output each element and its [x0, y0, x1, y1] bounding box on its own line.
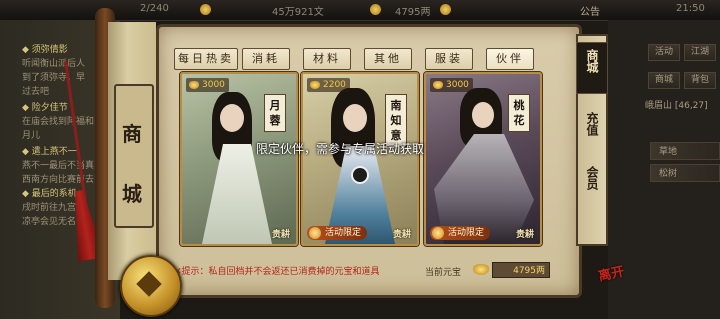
tab-companion[interactable]: 伙伴 [486, 48, 534, 70]
quest-description: 在庙会找到阿福和 [22, 117, 95, 127]
tab-consumables[interactable]: 消耗 [242, 48, 290, 70]
ingot-icon [473, 264, 489, 275]
character-face [220, 104, 244, 132]
ingot-icon [433, 81, 443, 89]
hud-button-bag[interactable]: 背包 [684, 72, 716, 89]
companion-card-yuerong[interactable]: 3000 月蓉 贵耕 [180, 72, 298, 246]
hud-button-activity[interactable]: 活动 [648, 44, 680, 61]
rarity-label: 贵耕 [392, 230, 411, 240]
announcement-button[interactable]: 公告 [580, 3, 600, 18]
badge-text: 活动限定 [325, 228, 362, 238]
tab-costume[interactable]: 服装 [425, 48, 473, 70]
badge-text: 活动限定 [448, 228, 485, 238]
quest-description: 过去吧 [22, 87, 50, 97]
quest-title[interactable]: ◆ 须弥倩影 [22, 42, 68, 55]
hud-button-jianghu[interactable]: 江湖 [684, 44, 716, 61]
event-limited-badge: 活动限定 [307, 226, 368, 240]
character-name: 月蓉 [264, 94, 286, 132]
companion-card-nanzhiyi[interactable]: 2200 南知意 活动限定 贵耕 [301, 72, 419, 246]
side-menu-shop-label: 商城 [585, 49, 599, 73]
hud-row-pine[interactable]: 松树 [650, 164, 720, 182]
quest-description: 听闻衡山派后人 [22, 59, 86, 69]
yin-yang-icon [351, 166, 369, 184]
quest-description: 燕不一最后不当真 [22, 161, 95, 171]
quest-title[interactable]: ◆ 遣上燕不一 [22, 144, 77, 157]
quest-title[interactable]: ◆ 最后的系机 [22, 186, 77, 199]
clock: 21:50 [676, 3, 705, 14]
location-readout: 峨眉山 [46,27] [645, 101, 708, 111]
level-progress: 2/240 [140, 3, 169, 14]
silver-coin-icon [370, 4, 381, 15]
hud-button-shop[interactable]: 商城 [648, 72, 680, 89]
price-value: 3000 [446, 80, 469, 90]
rarity-label: 贵耕 [271, 230, 290, 240]
price-value: 3000 [202, 80, 225, 90]
toast-message: 限定伙伴，需参与专属活动获取 [256, 142, 425, 156]
ingot-icon [189, 81, 199, 89]
shop-title-char-1: 商 [122, 122, 142, 146]
exp-readout: 45万921文 [272, 7, 324, 18]
character-face [472, 102, 494, 128]
quest-description: 月儿 [22, 131, 41, 141]
side-menu-vip-label: 会员 [585, 166, 599, 190]
balance-label: 当前元宝 [425, 268, 462, 278]
character-face [343, 104, 367, 132]
side-menu-recharge-label: 充值 [585, 112, 599, 136]
price-tag: 3000 [186, 78, 229, 92]
quest-description: 凉亭会见无名 [22, 217, 77, 227]
rarity-label: 贵耕 [515, 230, 534, 240]
companion-card-taohua[interactable]: 3000 桃花 活动限定 贵耕 [424, 72, 542, 246]
side-menu-vip[interactable]: 会员 [578, 166, 606, 194]
shop-title-char-2: 城 [122, 182, 142, 206]
price-tag: 3000 [430, 78, 473, 92]
event-icon [432, 227, 444, 239]
tip-text: ✕提示：私自回档并不会返还已消费掉的元宝和道具 [174, 267, 380, 277]
balance-value: 4795两 [492, 262, 550, 278]
add-silver-icon[interactable] [440, 4, 451, 15]
event-limited-badge: 活动限定 [430, 226, 491, 240]
side-menu-recharge[interactable]: 充值 [578, 112, 606, 140]
tab-materials[interactable]: 材料 [303, 48, 351, 70]
price-tag: 2200 [307, 78, 350, 92]
quest-description: 戌时前往九宫山 [22, 203, 86, 213]
hud-row-grass[interactable]: 草地 [650, 142, 720, 160]
ingot-icon [310, 81, 320, 89]
add-coin-icon[interactable] [200, 4, 211, 15]
event-icon [309, 227, 321, 239]
tab-other[interactable]: 其他 [364, 48, 412, 70]
side-menu-shop[interactable]: 商城 [576, 42, 608, 94]
price-value: 2200 [323, 80, 346, 90]
quest-title[interactable]: ◆ 险夕佳节 [22, 100, 68, 113]
silver-readout: 4795两 [395, 7, 431, 18]
tab-daily-hot[interactable]: 每日热卖 [174, 48, 238, 70]
quest-description: 到了须弥寺，早 [22, 73, 86, 83]
character-name: 桃花 [508, 94, 530, 132]
